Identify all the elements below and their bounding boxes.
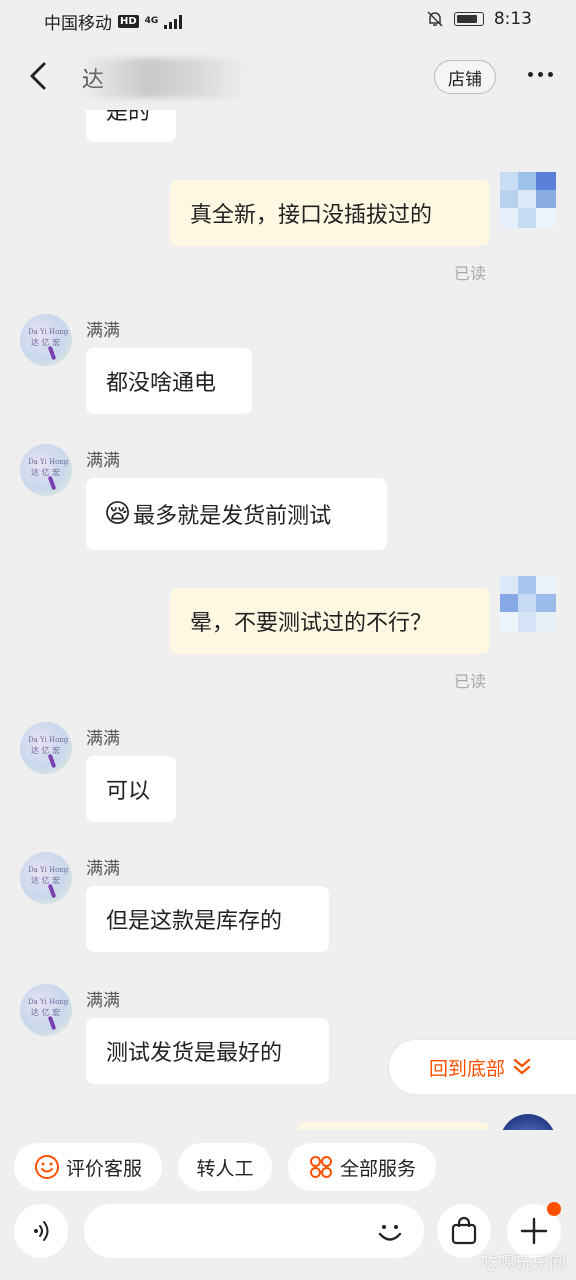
message-text: 最多就是发货前测试 (133, 504, 332, 529)
shop-button[interactable]: 店铺 (434, 60, 496, 94)
avatar[interactable]: Da Yi Hong 达 亿 宏 (20, 984, 72, 1036)
more-options-icon[interactable] (528, 72, 553, 77)
message-bubble[interactable]: 但是这款是库存的 (86, 886, 329, 952)
my-avatar[interactable] (500, 576, 556, 632)
rate-service-button[interactable]: 评价客服 (14, 1143, 162, 1191)
mute-bell-icon (427, 11, 443, 27)
message-text: 但是这款是库存的 (106, 909, 283, 934)
emoji-icon[interactable] (372, 1214, 408, 1250)
message-bubble[interactable]: 真全新，接口没插拔过的 (170, 180, 490, 246)
message-bubble[interactable]: 😪 最多就是发货前测试 (86, 478, 387, 550)
sender-name: 满满 (86, 451, 120, 471)
sender-name: 满满 (86, 991, 120, 1011)
notification-dot (547, 1202, 561, 1216)
my-avatar[interactable] (500, 172, 556, 228)
my-avatar[interactable] (500, 1114, 556, 1130)
transfer-human-button[interactable]: 转人工 (178, 1143, 272, 1191)
chat-header: 达 店铺 (0, 44, 576, 110)
chat-list[interactable]: 是的 真全新，接口没插拔过的 已读 Da Yi Hong 达 亿 宏 满满 都没… (0, 110, 576, 1130)
blurred-name-overlay (80, 58, 250, 98)
chip-label: 评价客服 (65, 1157, 142, 1180)
signal-icon (164, 14, 183, 29)
read-status: 已读 (454, 264, 487, 283)
read-status: 已读 (454, 672, 487, 691)
clock: 8:13 (493, 9, 532, 29)
avatar[interactable]: Da Yi Hong 达 亿 宏 (20, 314, 72, 366)
voice-button[interactable] (14, 1204, 68, 1258)
message-bubble[interactable]: 可以 (86, 756, 176, 822)
status-bar: 中国移动 HD 4G 8:13 (0, 0, 576, 40)
avatar[interactable]: Da Yi Hong 达 亿 宏 (20, 722, 72, 774)
avatar[interactable]: Da Yi Hong 达 亿 宏 (20, 444, 72, 496)
message-bubble[interactable]: 晕，不要测试过的不行？ (170, 588, 490, 654)
double-chevron-down-icon (513, 1058, 531, 1075)
input-bar: 吃喝玩乐网 (0, 1196, 576, 1280)
grid-icon (309, 1156, 332, 1178)
back-to-bottom-button[interactable]: 回到底部 (389, 1040, 576, 1094)
message-text: 真全新，接口没插拔过的 (190, 203, 433, 228)
watermark: 吃喝玩乐网 (481, 1254, 566, 1274)
chip-label: 转人工 (196, 1157, 254, 1180)
carrier-label: 中国移动 (44, 14, 112, 34)
message-text: 都没啥通电 (106, 371, 217, 396)
avatar[interactable]: Da Yi Hong 达 亿 宏 (20, 852, 72, 904)
message-bubble[interactable]: 测试发货是最好的 (86, 1018, 329, 1084)
message-text: 可以 (106, 779, 151, 804)
back-arrow-icon[interactable] (22, 58, 58, 94)
quick-actions: 评价客服 转人工 全部服务 (0, 1140, 576, 1196)
shopping-bag-icon (451, 1216, 477, 1245)
chip-label: 全部服务 (339, 1157, 416, 1180)
battery-icon (453, 12, 484, 26)
message-bubble[interactable] (298, 1122, 490, 1130)
plus-icon (520, 1217, 548, 1245)
voice-icon (34, 1221, 49, 1241)
hd-badge: HD (118, 15, 139, 28)
message-text: 测试发货是最好的 (106, 1041, 283, 1066)
all-services-button[interactable]: 全部服务 (288, 1143, 436, 1191)
message-text: 晕，不要测试过的不行？ (190, 611, 433, 636)
sender-name: 满满 (86, 321, 120, 341)
sender-name: 满满 (86, 729, 120, 749)
message-text: 是的 (106, 110, 151, 125)
sender-name: 满满 (86, 859, 120, 879)
smiley-icon (34, 1155, 59, 1179)
message-bubble[interactable]: 都没啥通电 (86, 348, 252, 414)
network-label: 4G (144, 16, 159, 26)
back-to-bottom-label: 回到底部 (429, 1057, 506, 1080)
sleepy-emoji-icon: 😪 (104, 499, 132, 529)
message-bubble[interactable]: 是的 (86, 110, 176, 142)
